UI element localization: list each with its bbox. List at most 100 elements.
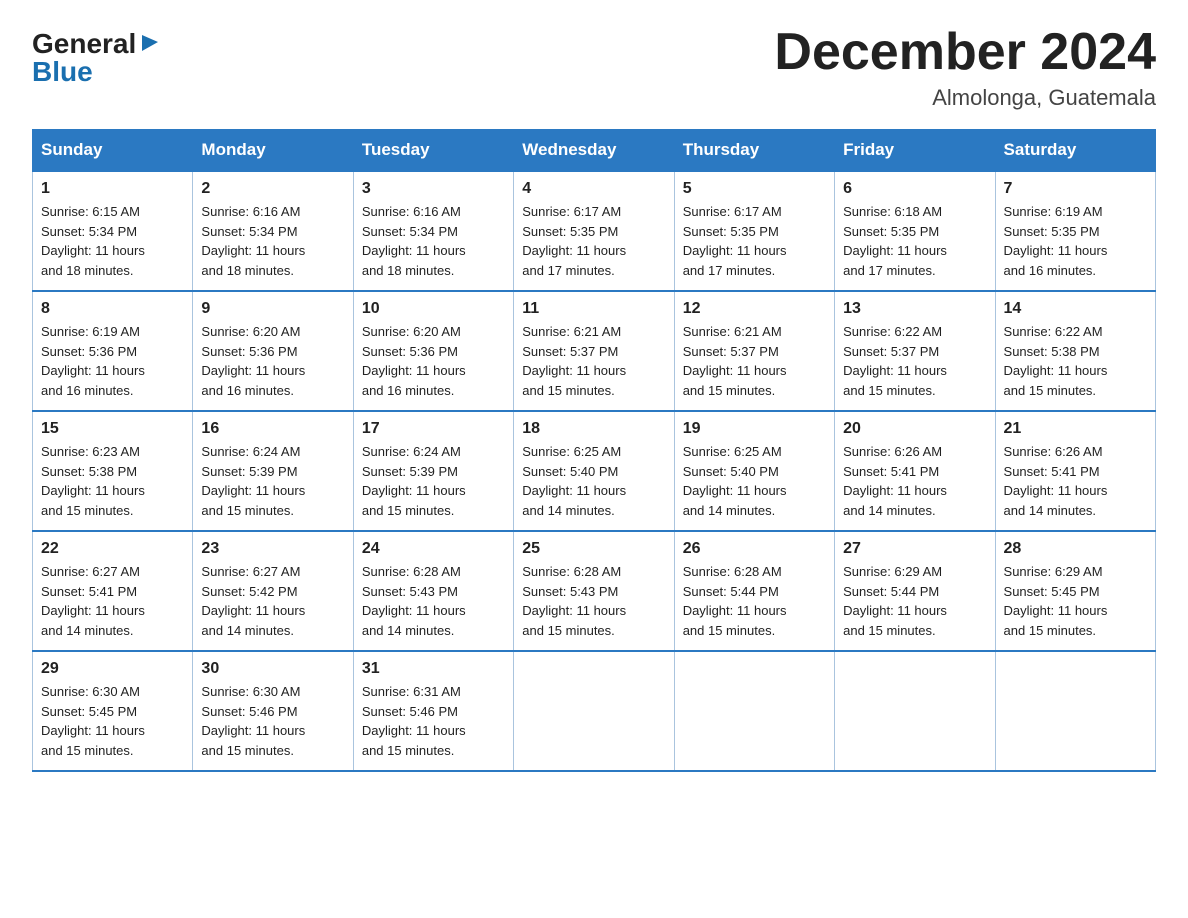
sunset-text: Sunset: 5:35 PM: [522, 224, 618, 239]
logo: General Blue: [32, 30, 160, 86]
sunrise-text: Sunrise: 6:16 AM: [362, 204, 461, 219]
day-info: Sunrise: 6:17 AMSunset: 5:35 PMDaylight:…: [522, 202, 665, 280]
sunset-text: Sunset: 5:43 PM: [522, 584, 618, 599]
sunrise-text: Sunrise: 6:26 AM: [843, 444, 942, 459]
daylight-text-2: and 15 minutes.: [41, 743, 134, 758]
empty-cell: [674, 651, 834, 771]
daylight-text-2: and 15 minutes.: [843, 383, 936, 398]
day-number: 30: [201, 660, 344, 678]
column-header-friday: Friday: [835, 130, 995, 172]
column-header-thursday: Thursday: [674, 130, 834, 172]
daylight-text-1: Daylight: 11 hours: [362, 723, 466, 738]
day-info: Sunrise: 6:22 AMSunset: 5:37 PMDaylight:…: [843, 322, 986, 400]
daylight-text-1: Daylight: 11 hours: [41, 603, 145, 618]
day-cell-11: 11Sunrise: 6:21 AMSunset: 5:37 PMDayligh…: [514, 291, 674, 411]
day-info: Sunrise: 6:23 AMSunset: 5:38 PMDaylight:…: [41, 442, 184, 520]
day-info: Sunrise: 6:28 AMSunset: 5:44 PMDaylight:…: [683, 562, 826, 640]
day-info: Sunrise: 6:26 AMSunset: 5:41 PMDaylight:…: [1004, 442, 1147, 520]
day-number: 18: [522, 420, 665, 438]
sunset-text: Sunset: 5:36 PM: [41, 344, 137, 359]
daylight-text-2: and 15 minutes.: [522, 383, 615, 398]
daylight-text-2: and 15 minutes.: [683, 383, 776, 398]
day-info: Sunrise: 6:22 AMSunset: 5:38 PMDaylight:…: [1004, 322, 1147, 400]
daylight-text-2: and 18 minutes.: [201, 263, 294, 278]
day-info: Sunrise: 6:28 AMSunset: 5:43 PMDaylight:…: [522, 562, 665, 640]
day-cell-28: 28Sunrise: 6:29 AMSunset: 5:45 PMDayligh…: [995, 531, 1155, 651]
daylight-text-1: Daylight: 11 hours: [843, 483, 947, 498]
sunrise-text: Sunrise: 6:22 AM: [843, 324, 942, 339]
sunrise-text: Sunrise: 6:24 AM: [201, 444, 300, 459]
day-number: 5: [683, 180, 826, 198]
day-cell-21: 21Sunrise: 6:26 AMSunset: 5:41 PMDayligh…: [995, 411, 1155, 531]
day-info: Sunrise: 6:21 AMSunset: 5:37 PMDaylight:…: [683, 322, 826, 400]
day-number: 13: [843, 300, 986, 318]
daylight-text-1: Daylight: 11 hours: [522, 603, 626, 618]
calendar-title: December 2024: [774, 24, 1156, 81]
day-cell-10: 10Sunrise: 6:20 AMSunset: 5:36 PMDayligh…: [353, 291, 513, 411]
day-info: Sunrise: 6:29 AMSunset: 5:45 PMDaylight:…: [1004, 562, 1147, 640]
sunset-text: Sunset: 5:37 PM: [683, 344, 779, 359]
daylight-text-1: Daylight: 11 hours: [362, 243, 466, 258]
sunset-text: Sunset: 5:43 PM: [362, 584, 458, 599]
sunset-text: Sunset: 5:45 PM: [41, 704, 137, 719]
sunset-text: Sunset: 5:34 PM: [362, 224, 458, 239]
empty-cell: [835, 651, 995, 771]
daylight-text-1: Daylight: 11 hours: [201, 483, 305, 498]
daylight-text-2: and 15 minutes.: [201, 743, 294, 758]
day-number: 25: [522, 540, 665, 558]
sunrise-text: Sunrise: 6:30 AM: [41, 684, 140, 699]
daylight-text-1: Daylight: 11 hours: [843, 363, 947, 378]
day-cell-17: 17Sunrise: 6:24 AMSunset: 5:39 PMDayligh…: [353, 411, 513, 531]
sunrise-text: Sunrise: 6:17 AM: [522, 204, 621, 219]
day-number: 19: [683, 420, 826, 438]
day-cell-5: 5Sunrise: 6:17 AMSunset: 5:35 PMDaylight…: [674, 171, 834, 291]
day-info: Sunrise: 6:26 AMSunset: 5:41 PMDaylight:…: [843, 442, 986, 520]
sunrise-text: Sunrise: 6:30 AM: [201, 684, 300, 699]
daylight-text-1: Daylight: 11 hours: [843, 603, 947, 618]
day-cell-3: 3Sunrise: 6:16 AMSunset: 5:34 PMDaylight…: [353, 171, 513, 291]
title-block: December 2024 Almolonga, Guatemala: [774, 24, 1156, 111]
daylight-text-1: Daylight: 11 hours: [362, 363, 466, 378]
daylight-text-1: Daylight: 11 hours: [201, 363, 305, 378]
column-header-wednesday: Wednesday: [514, 130, 674, 172]
day-cell-1: 1Sunrise: 6:15 AMSunset: 5:34 PMDaylight…: [33, 171, 193, 291]
daylight-text-1: Daylight: 11 hours: [201, 243, 305, 258]
daylight-text-1: Daylight: 11 hours: [1004, 243, 1108, 258]
day-number: 24: [362, 540, 505, 558]
day-number: 11: [522, 300, 665, 318]
daylight-text-2: and 14 minutes.: [1004, 503, 1097, 518]
day-number: 16: [201, 420, 344, 438]
column-header-tuesday: Tuesday: [353, 130, 513, 172]
day-info: Sunrise: 6:31 AMSunset: 5:46 PMDaylight:…: [362, 682, 505, 760]
daylight-text-2: and 14 minutes.: [683, 503, 776, 518]
day-info: Sunrise: 6:16 AM Sunset: 5:34 PM Daylight:…: [362, 202, 505, 280]
day-info: Sunrise: 6:30 AMSunset: 5:46 PMDaylight:…: [201, 682, 344, 760]
sunrise-text: Sunrise: 6:27 AM: [201, 564, 300, 579]
day-cell-14: 14Sunrise: 6:22 AMSunset: 5:38 PMDayligh…: [995, 291, 1155, 411]
day-cell-25: 25 Sunrise: 6:28 AMSunset: 5:43 PMDayligh…: [514, 531, 674, 651]
day-cell-12: 12Sunrise: 6:21 AMSunset: 5:37 PMDayligh…: [674, 291, 834, 411]
daylight-text-1: Daylight: 11 hours: [41, 363, 145, 378]
day-number: 27: [843, 540, 986, 558]
week-row-3: 15Sunrise: 6:23 AMSunset: 5:38 PMDayligh…: [33, 411, 1156, 531]
daylight-text-1: Daylight: 11 hours: [201, 603, 305, 618]
week-row-1: 1Sunrise: 6:15 AMSunset: 5:34 PMDaylight…: [33, 171, 1156, 291]
day-info: Sunrise: 6:24 AMSunset: 5:39 PMDaylight:…: [362, 442, 505, 520]
sunrise-text: Sunrise: 6:16 AM: [201, 204, 300, 219]
sunrise-text: Sunrise: 6:23 AM: [41, 444, 140, 459]
day-cell-24: 24Sunrise: 6:28 AMSunset: 5:43 PMDayligh…: [353, 531, 513, 651]
day-number: 31: [362, 660, 505, 678]
sunset-text: Sunset: 5:35 PM: [1004, 224, 1100, 239]
daylight-text-2: and 15 minutes.: [201, 503, 294, 518]
day-cell-4: 4Sunrise: 6:17 AMSunset: 5:35 PMDaylight…: [514, 171, 674, 291]
sunset-text: Sunset: 5:42 PM: [201, 584, 297, 599]
daylight-text-2: and 16 minutes.: [201, 383, 294, 398]
daylight-text-1: Daylight: 11 hours: [683, 603, 787, 618]
daylight-text-2: and 15 minutes.: [683, 623, 776, 638]
day-cell-26: 26Sunrise: 6:28 AMSunset: 5:44 PMDayligh…: [674, 531, 834, 651]
day-number: 9: [201, 300, 344, 318]
daylight-text-1: Daylight: 11 hours: [362, 483, 466, 498]
daylight-text-2: and 14 minutes.: [522, 503, 615, 518]
column-header-monday: Monday: [193, 130, 353, 172]
daylight-text-2: and 14 minutes.: [843, 503, 936, 518]
